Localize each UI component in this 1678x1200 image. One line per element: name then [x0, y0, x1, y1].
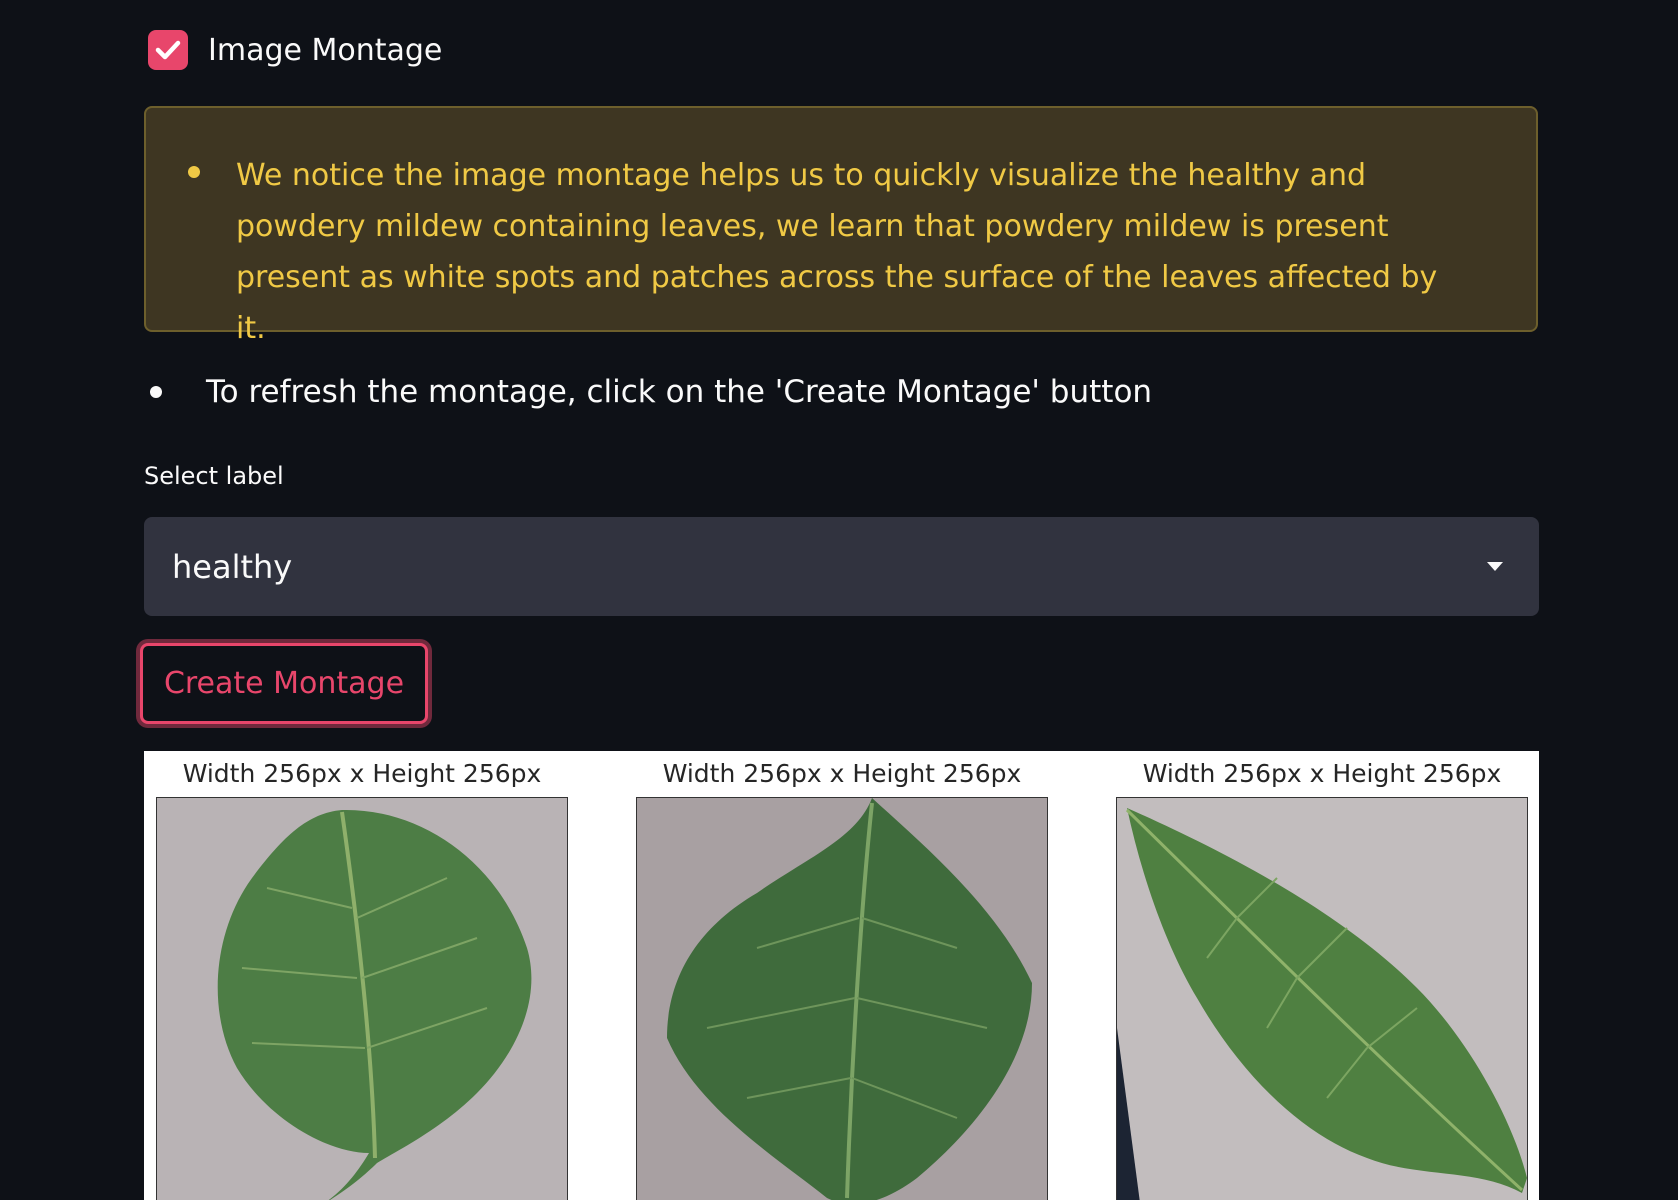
leaf-image [636, 797, 1048, 1200]
image-caption: Width 256px x Height 256px [1142, 759, 1502, 788]
checkbox-checked-icon[interactable] [148, 30, 188, 70]
image-montage-toggle[interactable]: Image Montage [148, 30, 442, 70]
create-montage-button[interactable]: Create Montage [140, 643, 428, 724]
page: Image Montage We notice the image montag… [0, 0, 1678, 1200]
alert-text: We notice the image montage helps us to … [236, 158, 1438, 346]
bullet-icon [188, 166, 200, 178]
image-caption: Width 256px x Height 256px [182, 759, 542, 788]
image-montage: Width 256px x Height 256px Width 256px x… [144, 751, 1539, 1200]
select-label: Select label [144, 462, 284, 490]
refresh-hint-text: To refresh the montage, click on the 'Cr… [206, 374, 1153, 410]
refresh-hint: To refresh the montage, click on the 'Cr… [150, 374, 1152, 410]
leaf-image [1116, 797, 1528, 1200]
bullet-icon [150, 386, 162, 398]
warning-alert: We notice the image montage helps us to … [144, 106, 1538, 346]
label-select[interactable]: healthy [144, 517, 1539, 616]
image-caption: Width 256px x Height 256px [662, 759, 1022, 788]
checkbox-label: Image Montage [208, 32, 443, 68]
leaf-image [156, 797, 568, 1200]
chevron-down-icon [1487, 562, 1503, 571]
select-value: healthy [172, 547, 293, 586]
